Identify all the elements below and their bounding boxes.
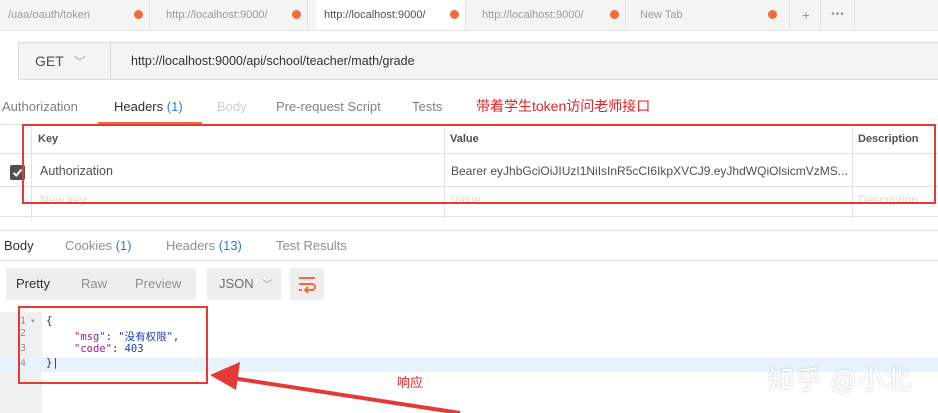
- annotation-response: 响应: [397, 375, 424, 390]
- watermark: 知乎 @小北: [768, 365, 912, 395]
- annotation-arrow-icon: [210, 362, 461, 413]
